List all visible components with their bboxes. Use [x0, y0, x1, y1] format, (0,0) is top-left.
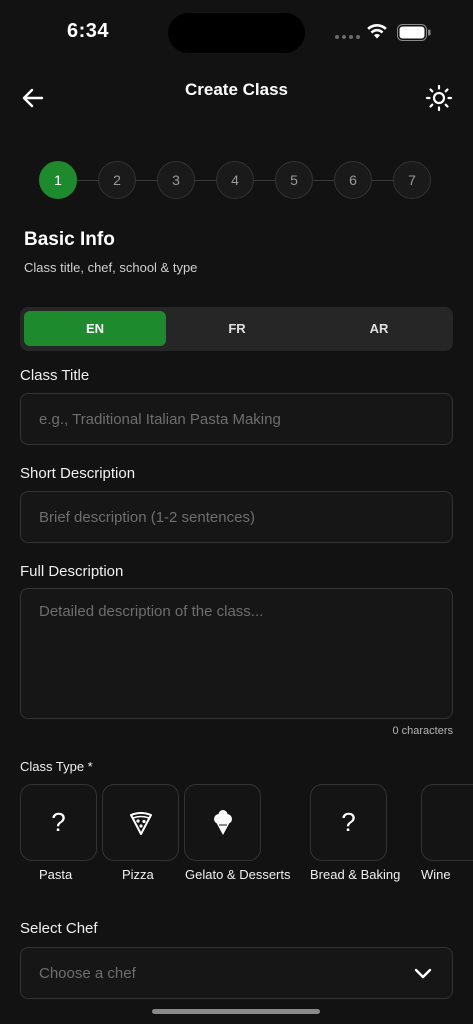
- chef-select[interactable]: Choose a chef: [20, 947, 453, 999]
- step-connector: [313, 180, 334, 181]
- step-connector: [372, 180, 393, 181]
- dynamic-island: [168, 13, 305, 53]
- language-tabs: EN FR AR: [20, 307, 453, 351]
- app-header: Create Class: [0, 70, 473, 126]
- class-type-bread-card[interactable]: ?: [310, 784, 387, 861]
- class-type-wine-card[interactable]: [421, 784, 473, 861]
- step-connector: [77, 180, 98, 181]
- cellular-signal-icon: [335, 35, 360, 39]
- select-chef-label: Select Chef: [20, 920, 98, 937]
- full-description-label: Full Description: [20, 563, 124, 580]
- section-title: Basic Info: [24, 229, 115, 250]
- section-subtitle: Class title, chef, school & type: [24, 260, 198, 275]
- short-description-input[interactable]: Brief description (1-2 sentences): [20, 491, 453, 543]
- question-icon: ?: [51, 807, 66, 837]
- class-type-pizza-card[interactable]: [102, 784, 179, 861]
- tab-ar[interactable]: AR: [308, 311, 450, 346]
- class-type-name: Pasta: [39, 867, 73, 882]
- class-type-name: Wine: [421, 867, 451, 882]
- tab-en[interactable]: EN: [24, 311, 166, 346]
- question-icon: ?: [341, 807, 356, 837]
- step-connector: [254, 180, 275, 181]
- battery-icon: [397, 24, 431, 41]
- step-7[interactable]: 7: [393, 161, 431, 199]
- class-type-pasta-card[interactable]: ?: [20, 784, 97, 861]
- step-6[interactable]: 6: [334, 161, 372, 199]
- ice-cream-icon: [213, 809, 232, 835]
- step-5[interactable]: 5: [275, 161, 313, 199]
- character-count: 0 characters: [392, 725, 453, 737]
- pizza-icon: [129, 811, 152, 835]
- full-description-textarea[interactable]: Detailed description of the class...: [20, 588, 453, 719]
- class-type-gelato-card[interactable]: [184, 784, 261, 861]
- class-type-carousel[interactable]: ? Pasta Pizza Gelato & Desserts ? Bread …: [20, 784, 473, 894]
- sun-icon[interactable]: [425, 84, 453, 112]
- status-bar: 6:34: [0, 0, 473, 62]
- step-2[interactable]: 2: [98, 161, 136, 199]
- step-indicator: 1 2 3 4 5 6 7: [39, 161, 434, 201]
- class-title-label: Class Title: [20, 367, 90, 384]
- short-description-label: Short Description: [20, 465, 136, 482]
- step-connector: [136, 180, 157, 181]
- class-title-input[interactable]: e.g., Traditional Italian Pasta Making: [20, 393, 453, 445]
- chef-select-placeholder: Choose a chef: [39, 965, 136, 982]
- page-title: Create Class: [184, 80, 288, 99]
- class-type-name: Pizza: [122, 867, 154, 882]
- home-indicator[interactable]: [152, 1009, 320, 1014]
- step-1[interactable]: 1: [39, 161, 77, 199]
- class-type-name: Gelato & Desserts: [185, 867, 291, 882]
- class-type-name: Bread & Baking: [310, 867, 401, 882]
- step-3[interactable]: 3: [157, 161, 195, 199]
- step-4[interactable]: 4: [216, 161, 254, 199]
- wifi-icon: [367, 23, 387, 39]
- step-connector: [195, 180, 216, 181]
- chevron-down-icon: [414, 968, 432, 979]
- tab-fr[interactable]: FR: [166, 311, 308, 346]
- class-type-label: Class Type *: [20, 759, 93, 774]
- status-time: 6:34: [67, 20, 110, 42]
